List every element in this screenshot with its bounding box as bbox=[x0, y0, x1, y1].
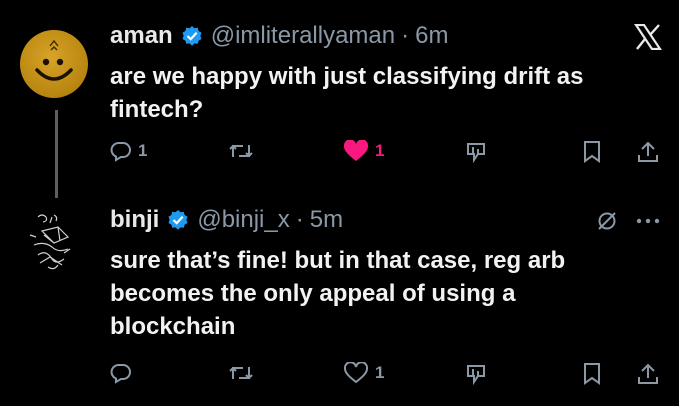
tweet-text-line: fintech? bbox=[110, 96, 204, 123]
grok-icon[interactable] bbox=[596, 210, 618, 232]
verified-badge-icon bbox=[167, 209, 189, 231]
user-handle[interactable]: @binji_x bbox=[197, 206, 289, 234]
like-button[interactable]: 1 bbox=[343, 362, 384, 384]
avatar[interactable] bbox=[20, 30, 88, 98]
avatar[interactable] bbox=[20, 205, 84, 277]
timestamp[interactable]: 6m bbox=[415, 22, 448, 50]
user-handle[interactable]: @imliterallyaman bbox=[211, 22, 395, 50]
x-logo-icon[interactable] bbox=[634, 24, 662, 50]
separator-dot: · bbox=[401, 22, 410, 49]
like-icon bbox=[343, 140, 369, 161]
tweet-text-line: sure that’s fine! but in that case, reg … bbox=[110, 247, 566, 274]
separator-dot: · bbox=[295, 206, 304, 233]
reply-button[interactable]: 1 bbox=[110, 140, 147, 162]
reply-count: 1 bbox=[138, 141, 148, 160]
retweet-button[interactable] bbox=[228, 140, 254, 162]
share-icon bbox=[638, 363, 658, 384]
tweet-header: binji @binji_x · 5m bbox=[110, 206, 343, 234]
reply-button[interactable] bbox=[110, 362, 132, 384]
views-button[interactable] bbox=[463, 362, 489, 386]
views-icon bbox=[467, 365, 485, 386]
tweet-text: sure that’s fine! but in that case, reg … bbox=[110, 244, 565, 343]
like-count: 1 bbox=[375, 141, 385, 160]
more-icon[interactable] bbox=[636, 218, 660, 224]
verified-badge-icon bbox=[181, 25, 203, 47]
share-button[interactable] bbox=[636, 140, 660, 164]
display-name[interactable]: aman bbox=[110, 22, 173, 50]
reply-icon bbox=[110, 142, 131, 162]
bookmark-icon bbox=[584, 363, 600, 385]
smiley-face-avatar-icon bbox=[35, 39, 73, 81]
sketch-avatar-icon bbox=[29, 214, 71, 270]
reply-icon bbox=[110, 364, 131, 384]
retweet-icon bbox=[229, 366, 253, 380]
tweet-text-line: becomes the only appeal of using a bbox=[110, 280, 516, 307]
thread-connector-line bbox=[55, 110, 58, 198]
bookmark-button[interactable] bbox=[582, 140, 602, 164]
like-count: 1 bbox=[375, 363, 385, 382]
retweet-button[interactable] bbox=[228, 362, 254, 384]
like-icon bbox=[343, 362, 369, 384]
tweet-text-line: are we happy with just classifying drift… bbox=[110, 63, 584, 90]
share-button[interactable] bbox=[636, 362, 660, 386]
timestamp[interactable]: 5m bbox=[310, 206, 343, 234]
tweet-text-line: blockchain bbox=[110, 313, 236, 340]
views-icon bbox=[467, 143, 485, 164]
display-name[interactable]: binji bbox=[110, 206, 159, 234]
retweet-icon bbox=[229, 144, 253, 158]
views-button[interactable] bbox=[463, 140, 489, 164]
bookmark-icon bbox=[584, 141, 600, 163]
tweet-header: aman @imliterallyaman · 6m bbox=[110, 22, 448, 50]
bookmark-button[interactable] bbox=[582, 362, 602, 386]
tweet-text: are we happy with just classifying drift… bbox=[110, 60, 583, 126]
share-icon bbox=[638, 141, 658, 162]
like-button[interactable]: 1 bbox=[343, 140, 384, 162]
